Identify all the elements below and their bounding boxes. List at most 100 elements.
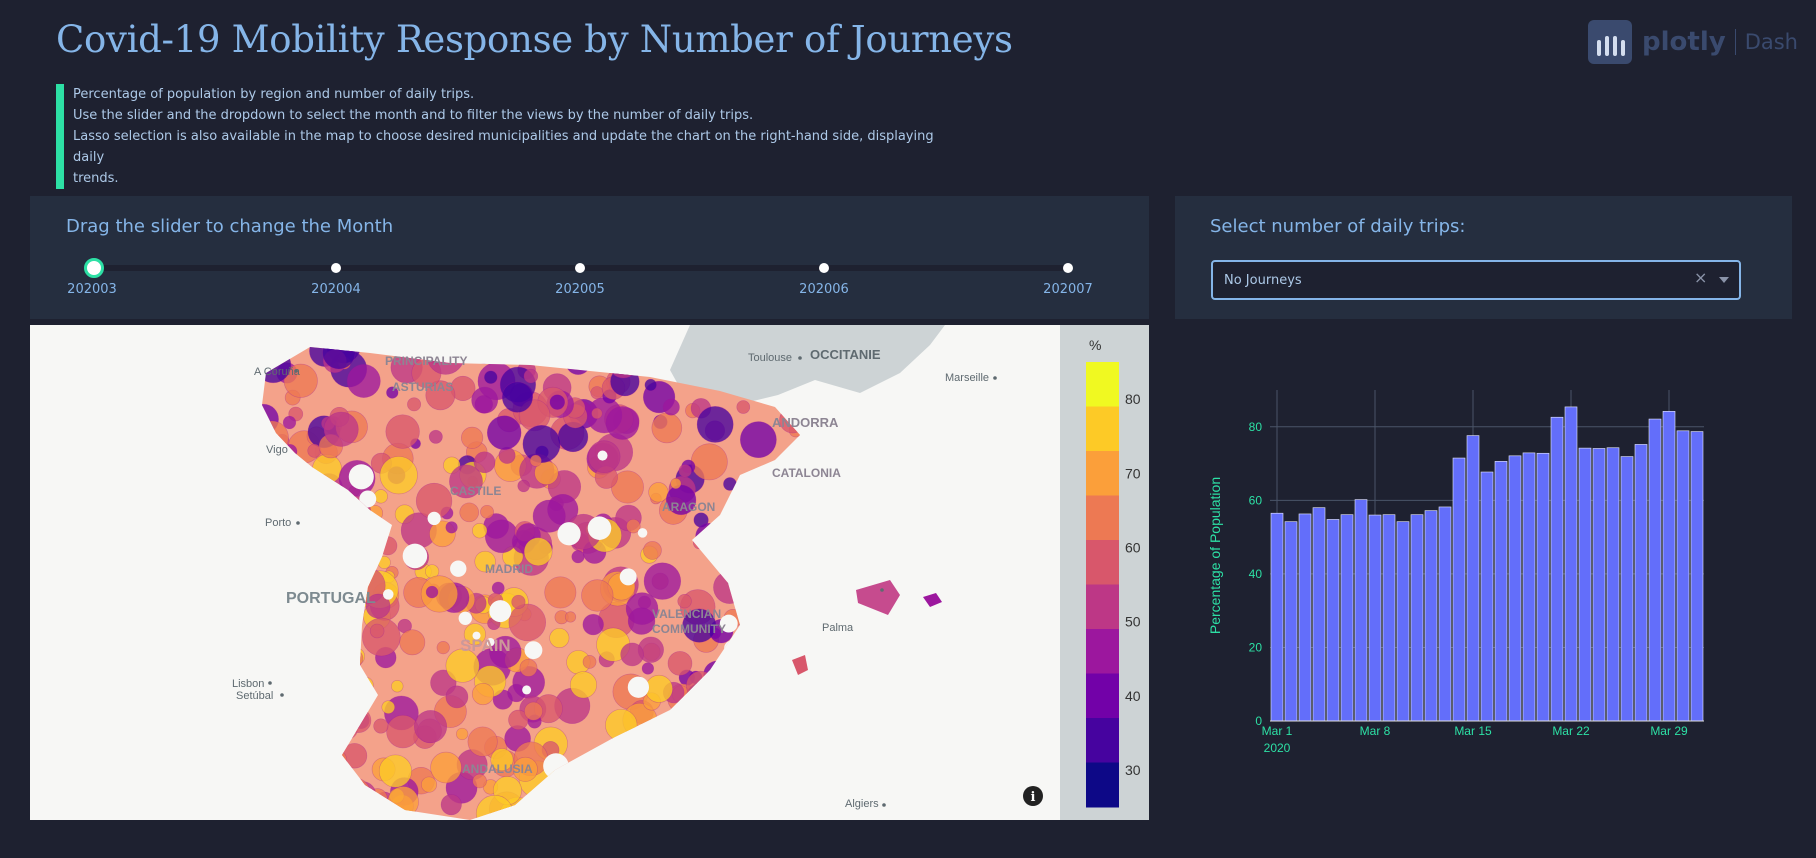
bar[interactable] [1368, 514, 1382, 722]
bar[interactable] [1340, 514, 1354, 722]
municipality-patch[interactable] [508, 603, 547, 642]
bar[interactable] [1620, 456, 1634, 722]
clear-icon[interactable]: × [1694, 268, 1707, 287]
bar[interactable] [1284, 521, 1298, 722]
municipality-patch[interactable] [445, 685, 469, 709]
slider-mark-label[interactable]: 202006 [799, 282, 849, 297]
municipality-patch[interactable] [501, 381, 533, 413]
municipality-patch[interactable] [519, 658, 538, 677]
choropleth-map[interactable]: Toulouse OCCITANIE Marseille A Coruña PR… [30, 325, 1149, 820]
bar[interactable] [1298, 513, 1312, 722]
municipality-patch[interactable] [645, 674, 673, 703]
municipality-patch[interactable] [428, 429, 443, 444]
slider-mark-dot[interactable] [331, 263, 341, 273]
municipality-patch[interactable] [486, 415, 522, 450]
municipality-patch[interactable] [523, 368, 539, 384]
bar-chart-canvas[interactable]: 020406080Mar 1 Mar 8 Mar 15 Mar 22 Mar 29202… [1196, 370, 1716, 770]
info-icon[interactable]: i [1023, 786, 1043, 806]
municipality-patch[interactable] [461, 426, 484, 449]
slider-mark-dot[interactable] [819, 263, 829, 273]
municipality-patch[interactable] [346, 364, 381, 398]
municipality-patch[interactable] [378, 754, 412, 788]
daily-trend-chart[interactable]: 0 20 40 60 80 Mar 1 Mar 8 Mar 15 Mar 22 Mar 29 202… [1196, 370, 1716, 770]
municipality-patch[interactable] [440, 794, 462, 816]
municipality-patch[interactable] [626, 518, 641, 534]
municipality-patch[interactable] [605, 406, 640, 440]
municipality-patch[interactable] [690, 443, 728, 481]
bar[interactable] [1494, 461, 1508, 722]
municipality-patch[interactable] [472, 773, 487, 789]
municipality-patch[interactable] [362, 617, 401, 657]
slider-mark-label[interactable]: 202005 [555, 282, 605, 297]
municipality-patch[interactable] [564, 611, 577, 623]
municipality-patch[interactable] [436, 641, 450, 655]
municipality-patch[interactable] [667, 651, 693, 676]
municipality-patch[interactable] [385, 414, 420, 449]
bar[interactable] [1606, 447, 1620, 722]
bar[interactable] [1326, 519, 1340, 722]
municipality-patch[interactable] [373, 718, 389, 734]
municipality-patch[interactable] [430, 751, 462, 784]
map-canvas[interactable]: Toulouse OCCITANIE Marseille A Coruña PR… [30, 325, 1149, 820]
municipality-patch[interactable] [644, 378, 657, 392]
municipality-patch[interactable] [511, 594, 526, 609]
municipality-patch[interactable] [736, 400, 751, 414]
chevron-down-icon[interactable] [1719, 277, 1729, 283]
municipality-patch[interactable] [643, 562, 682, 600]
bar[interactable] [1578, 447, 1592, 722]
municipality-patch[interactable] [591, 407, 603, 420]
municipality-patch[interactable] [484, 370, 498, 384]
slider-mark-label[interactable]: 202007 [1043, 282, 1093, 297]
bar[interactable] [1410, 514, 1424, 722]
bar[interactable] [1438, 506, 1452, 722]
bar[interactable] [1508, 455, 1522, 722]
municipality-patch[interactable] [529, 454, 542, 467]
bar[interactable] [1676, 430, 1690, 722]
municipality-patch[interactable] [549, 627, 570, 649]
municipality-patch[interactable] [456, 727, 469, 741]
municipality-patch[interactable] [524, 701, 543, 721]
daily-trips-dropdown[interactable]: No Journeys × [1211, 260, 1741, 300]
municipality-patch[interactable] [381, 700, 396, 714]
municipality-patch[interactable] [425, 585, 439, 599]
municipality-patch[interactable] [480, 504, 494, 519]
municipality-patch[interactable] [544, 576, 577, 609]
bar[interactable] [1270, 512, 1284, 722]
bar[interactable] [1648, 418, 1662, 722]
municipality-patch[interactable] [474, 395, 493, 414]
municipality-patch[interactable] [641, 662, 655, 675]
municipality-patch[interactable] [662, 398, 680, 416]
municipality-patch[interactable] [696, 406, 734, 443]
municipality-patch[interactable] [445, 521, 458, 534]
municipality-patch[interactable] [473, 451, 496, 474]
bar[interactable] [1354, 499, 1368, 722]
municipality-patch[interactable] [399, 629, 426, 656]
municipality-patch[interactable] [471, 523, 488, 539]
municipality-patch[interactable] [549, 394, 566, 410]
municipality-patch[interactable] [651, 412, 683, 444]
municipality-patch[interactable] [582, 613, 604, 636]
slider-mark-label[interactable]: 202003 [67, 282, 117, 297]
municipality-patch[interactable] [571, 550, 585, 564]
bar[interactable] [1382, 514, 1396, 722]
slider-mark-dot[interactable] [1063, 263, 1073, 273]
municipality-patch[interactable] [391, 680, 404, 693]
municipality-patch[interactable] [414, 710, 448, 744]
municipality-patch[interactable] [484, 519, 519, 554]
month-slider-handle[interactable] [84, 258, 104, 278]
municipality-patch[interactable] [467, 726, 498, 757]
municipality-patch[interactable] [323, 411, 359, 447]
municipality-patch[interactable] [590, 386, 604, 400]
municipality-patch[interactable] [491, 581, 505, 595]
slider-mark-label[interactable]: 202004 [311, 282, 361, 297]
municipality-patch[interactable] [386, 714, 420, 749]
municipality-patch[interactable] [507, 683, 526, 703]
municipality-patch[interactable] [459, 502, 480, 523]
bar[interactable] [1452, 457, 1466, 722]
municipality-patch[interactable] [581, 579, 614, 612]
municipality-patch[interactable] [517, 479, 530, 493]
municipality-patch[interactable] [670, 477, 682, 490]
bar[interactable] [1424, 510, 1438, 722]
municipality-patch[interactable] [407, 397, 422, 412]
bar[interactable] [1550, 416, 1564, 722]
